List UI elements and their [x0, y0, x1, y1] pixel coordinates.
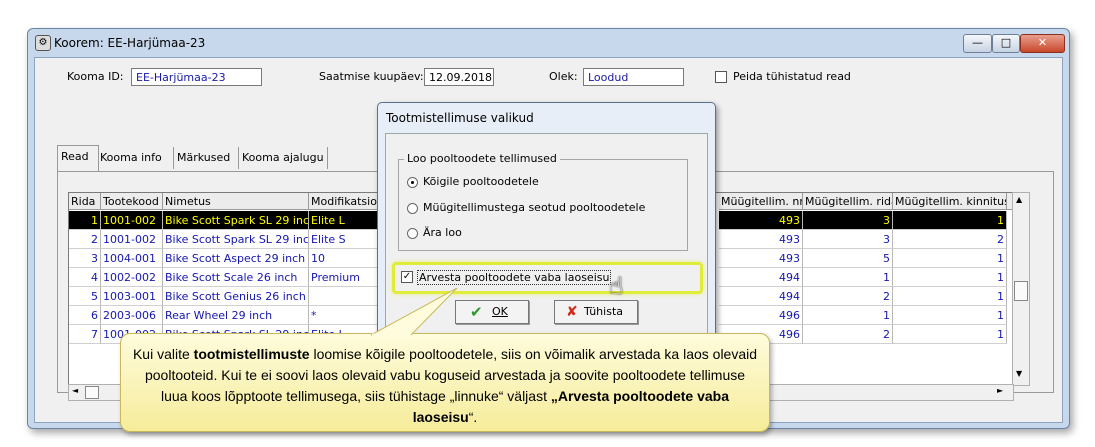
kooma-id-field[interactable]: EE-Harjümaa-23 [131, 68, 262, 86]
window-title: Koorem: EE-Harjümaa-23 [54, 36, 206, 50]
help-callout: Kui valite tootmistellimuste loomise kõi… [120, 288, 770, 432]
cell-rida[interactable]: 1 [69, 211, 101, 230]
cell-tootekood[interactable]: 2003-006 [101, 306, 163, 325]
cell-myygitellim-rida[interactable]: 3 [803, 230, 893, 249]
scroll-left-icon[interactable]: ◄ [72, 386, 78, 395]
cancel-button[interactable]: ✘ Tühista [554, 300, 638, 324]
hscroll-thumb[interactable] [85, 386, 99, 399]
maximize-button[interactable]: □ [992, 34, 1020, 53]
callout-text: Kui valite tootmistellimuste loomise kõi… [131, 344, 759, 428]
cell-myygitellim-rida[interactable]: 3 [803, 211, 893, 230]
title-bar: ⚙ Koorem: EE-Harjümaa-23 — □ ✕ [28, 29, 1069, 57]
scroll-down-icon[interactable]: ▼ [1016, 369, 1022, 378]
option-label-sales-linked: Müügitellimustega seotud pooltoodetele [423, 201, 646, 214]
cell-rida[interactable]: 6 [69, 306, 101, 325]
cell-rida[interactable]: 4 [69, 268, 101, 287]
col-header-rida[interactable]: Rida [69, 193, 101, 210]
minimize-button[interactable]: — [963, 34, 992, 53]
scroll-right-icon[interactable]: ► [997, 386, 1003, 395]
scroll-thumb[interactable] [1014, 281, 1028, 301]
cell-tootekood[interactable]: 1001-002 [101, 230, 163, 249]
cell-myygitellim-kinnitus[interactable]: 1 [893, 287, 1007, 306]
cell-myygitellim-kinnitus[interactable]: 1 [893, 268, 1007, 287]
cell-myygitellim-rida[interactable]: 2 [803, 325, 893, 344]
date-field[interactable]: 12.09.2018 [424, 68, 494, 86]
cell-myygitellim-rida[interactable]: 1 [803, 306, 893, 325]
col-header-myygitellim-kinnitus[interactable]: Müügitellim. kinnitus [893, 193, 1007, 210]
cell-rida[interactable]: 3 [69, 249, 101, 268]
free-stock-checkbox[interactable]: ✓ [401, 271, 413, 283]
cell-myygitellim-nr[interactable]: 493 [719, 211, 803, 230]
tab-read[interactable]: Read [57, 145, 99, 172]
cell-myygitellim-kinnitus[interactable]: 1 [893, 211, 1007, 230]
radio-all-semi-products[interactable] [407, 177, 418, 188]
cell-rida[interactable]: 2 [69, 230, 101, 249]
radio-dont-create[interactable] [407, 228, 418, 239]
cell-nimetus[interactable]: Rear Wheel 29 inch [163, 306, 309, 325]
cancel-label: Tühista [584, 305, 623, 318]
option-label-none: Ära loo [423, 226, 462, 239]
cell-tootekood[interactable]: 1004-001 [101, 249, 163, 268]
checkmark-icon: ✔ [470, 303, 483, 321]
ok-label: OK [492, 305, 508, 318]
kooma-id-label: Kooma ID: [67, 70, 124, 83]
cell-rida[interactable]: 5 [69, 287, 101, 306]
cell-myygitellim-rida[interactable]: 1 [803, 268, 893, 287]
cell-myygitellim-nr[interactable]: 493 [719, 249, 803, 268]
cell-myygitellim-nr[interactable]: 494 [719, 287, 803, 306]
cell-tootekood[interactable]: 1001-002 [101, 211, 163, 230]
cell-myygitellim-rida[interactable]: 5 [803, 249, 893, 268]
cell-nimetus[interactable]: Bike Scott Spark SL 29 inch [163, 211, 309, 230]
hide-cancelled-label: Peida tühistatud read [733, 70, 851, 83]
cell-nimetus[interactable]: Bike Scott Aspect 29 inch [163, 249, 309, 268]
cell-myygitellim-kinnitus[interactable]: 1 [893, 325, 1007, 344]
free-stock-label: Arvesta pooltoodete vaba laoseisu [417, 270, 612, 285]
cell-rida[interactable]: 7 [69, 325, 101, 344]
callout-text-part1: Kui valite [132, 346, 194, 362]
col-header-nimetus[interactable]: Nimetus [163, 193, 309, 210]
cell-myygitellim-kinnitus[interactable]: 1 [893, 306, 1007, 325]
cell-nimetus[interactable]: Bike Scott Spark SL 29 inch [163, 230, 309, 249]
cell-tootekood[interactable]: 1003-001 [101, 287, 163, 306]
cancel-x-icon: ✘ [566, 304, 578, 320]
cell-nimetus[interactable]: Bike Scott Scale 26 inch [163, 268, 309, 287]
callout-pointer [371, 288, 458, 336]
cell-myygitellim-nr[interactable]: 493 [719, 230, 803, 249]
cell-myygitellim-nr[interactable]: 496 [719, 306, 803, 325]
cell-myygitellim-nr[interactable]: 494 [719, 268, 803, 287]
cell-myygitellim-kinnitus[interactable]: 1 [893, 249, 1007, 268]
col-header-myygitellim-rida[interactable]: Müügitellim. rida [803, 193, 893, 210]
status-field[interactable]: Loodud [583, 68, 684, 86]
cell-nimetus[interactable]: Bike Scott Genius 26 inch [163, 287, 309, 306]
ok-button[interactable]: ✔ OK [455, 300, 529, 324]
scroll-up-icon[interactable]: ▲ [1016, 195, 1022, 204]
col-header-tootekood[interactable]: Tootekood [101, 193, 163, 210]
date-label: Saatmise kuupäev: [319, 70, 424, 83]
col-header-myygitellim-nr[interactable]: Müügitellim. nr [719, 193, 803, 210]
vertical-scrollbar[interactable]: ▲ ▼ [1012, 192, 1030, 386]
group-label: Loo pooltoodete tellimused [404, 152, 560, 165]
status-label: Olek: [549, 70, 578, 83]
tab-kooma-info[interactable]: Kooma info [97, 147, 165, 169]
hand-cursor-icon: ☝ [609, 272, 624, 300]
cell-myygitellim-rida[interactable]: 2 [803, 287, 893, 306]
hide-cancelled-checkbox[interactable] [715, 71, 727, 83]
tab-kooma-ajalugu[interactable]: Kooma ajalugu [238, 147, 328, 169]
option-label-all: Kõigile pooltoodetele [423, 175, 539, 188]
callout-bold-term: tootmistellimuste [193, 346, 310, 362]
radio-sales-order-semi-products[interactable] [407, 203, 418, 214]
app-icon: ⚙ [35, 35, 51, 51]
close-button[interactable]: ✕ [1020, 34, 1065, 53]
callout-text-part3: “. [468, 409, 478, 425]
tab-markused[interactable]: Märkused [173, 147, 233, 169]
dialog-title: Tootmistellimuse valikud [386, 111, 534, 125]
cell-myygitellim-kinnitus[interactable]: 2 [893, 230, 1007, 249]
cell-tootekood[interactable]: 1002-002 [101, 268, 163, 287]
